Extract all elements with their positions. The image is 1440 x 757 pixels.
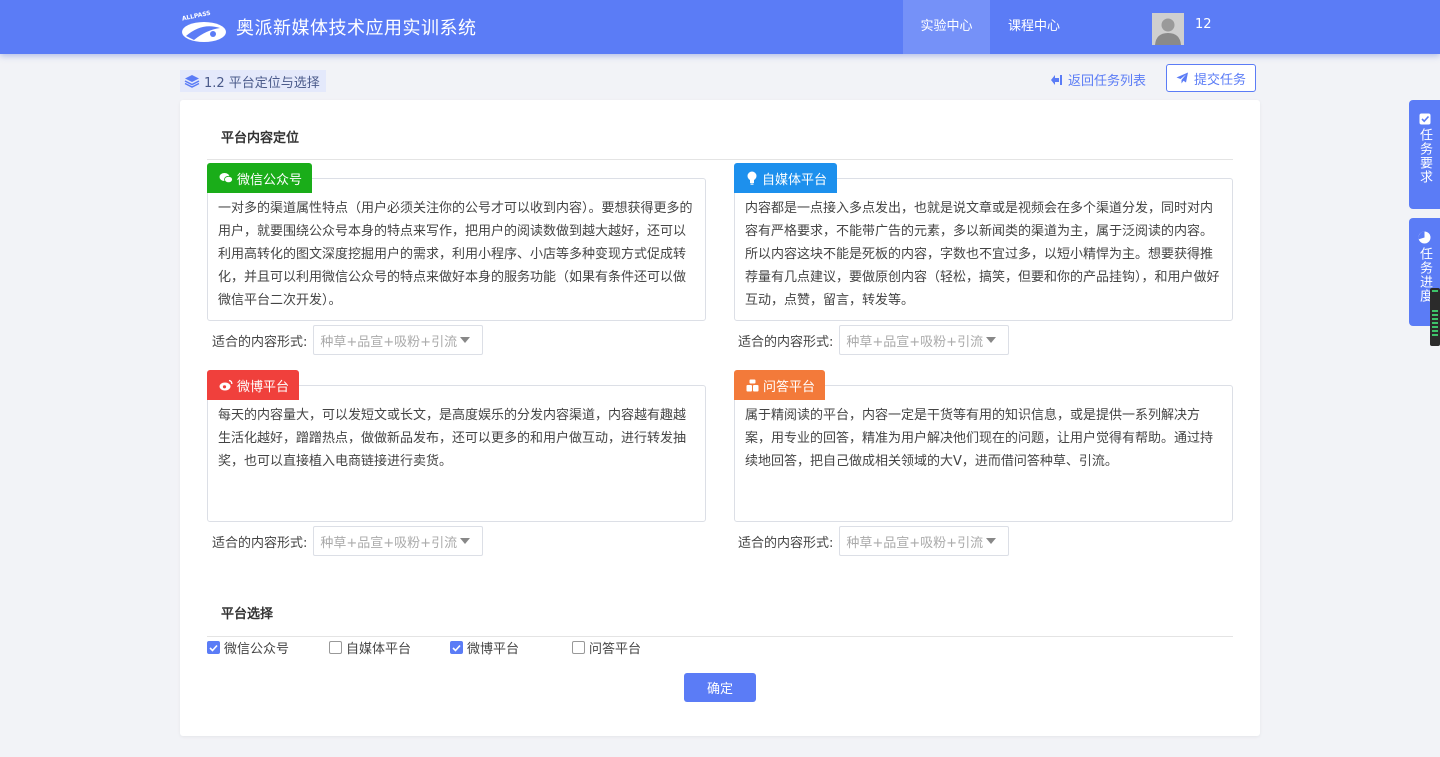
- top-header: ALLPASS 奥派新媒体技术应用实训系统 实验中心 课程中心 12: [0, 0, 1440, 54]
- qa-icon: [746, 379, 759, 391]
- divider: [207, 636, 1233, 637]
- platform-tag-weibo: 微博平台: [207, 370, 300, 400]
- content-form-select-qa[interactable]: 种草+品宣+吸粉+引流: [839, 526, 1010, 556]
- content-form-label: 适合的内容形式:: [738, 535, 834, 551]
- platform-tag-self-media: 自媒体平台: [734, 163, 838, 193]
- caret-down-icon: [986, 538, 997, 544]
- section-title-platform-selection: 平台选择: [221, 607, 274, 622]
- checkbox-label: 问答平台: [589, 642, 642, 657]
- content-form-row-wechat: 适合的内容形式: 种草+品宣+吸粉+引流: [212, 325, 484, 355]
- app-title: 奥派新媒体技术应用实训系统: [236, 18, 477, 39]
- section-title-content-positioning: 平台内容定位: [221, 131, 300, 146]
- platform-box-qa: 属于精阅读的平台，内容一定是干货等有用的知识信息，或是提供一系列解决方案，用专业…: [734, 385, 1233, 522]
- checkbox-unchecked-icon[interactable]: [329, 641, 342, 654]
- platform-tag-label: 问答平台: [763, 379, 816, 395]
- submit-label: 提交任务: [1193, 72, 1246, 88]
- content-form-label: 适合的内容形式:: [212, 334, 308, 350]
- confirm-button[interactable]: 确定: [684, 673, 756, 702]
- main-card: 平台内容定位 一对多的渠道属性特点（用户必须关注你的公号才可以收到内容）。要想获…: [180, 100, 1260, 736]
- nav-course-center[interactable]: 课程中心: [995, 0, 1073, 54]
- back-icon: [1051, 74, 1062, 85]
- content-form-label: 适合的内容形式:: [212, 535, 308, 551]
- allpass-logo: ALLPASS: [181, 10, 226, 42]
- back-to-task-list-link[interactable]: 返回任务列表: [1050, 70, 1146, 89]
- platform-tag-wechat: 微信公众号: [207, 163, 313, 193]
- platform-tag-label: 自媒体平台: [762, 172, 828, 188]
- checkbox-label: 微博平台: [467, 642, 520, 657]
- user-avatar-icon: [1152, 13, 1184, 45]
- send-icon: [1176, 72, 1188, 84]
- platform-tag-label: 微博平台: [237, 379, 290, 395]
- platform-description-wechat: 一对多的渠道属性特点（用户必须关注你的公号才可以收到内容）。要想获得更多的用户，…: [218, 201, 693, 308]
- weibo-icon: [219, 379, 233, 391]
- checklist-icon: [1419, 113, 1430, 125]
- breadcrumb-label: 1.2 平台定位与选择: [204, 75, 320, 91]
- content-form-label: 适合的内容形式:: [738, 334, 834, 350]
- select-value: 种草+品宣+吸粉+引流: [846, 334, 984, 350]
- side-scroll-handle[interactable]: [1430, 288, 1440, 346]
- checkbox-checked-icon[interactable]: [207, 641, 220, 654]
- content-form-select-self-media[interactable]: 种草+品宣+吸粉+引流: [839, 325, 1010, 355]
- select-value: 种草+品宣+吸粉+引流: [846, 535, 984, 551]
- platform-tag-qa: 问答平台: [734, 370, 826, 400]
- avatar[interactable]: [1152, 13, 1184, 45]
- platform-description-qa: 属于精阅读的平台，内容一定是干货等有用的知识信息，或是提供一系列解决方案，用专业…: [745, 408, 1214, 469]
- platform-tag-label: 微信公众号: [237, 172, 303, 188]
- task-requirements-tab[interactable]: 任务要求: [1409, 100, 1440, 209]
- submit-task-button[interactable]: 提交任务: [1166, 64, 1256, 92]
- platform-box-wechat: 一对多的渠道属性特点（用户必须关注你的公号才可以收到内容）。要想获得更多的用户，…: [207, 178, 706, 321]
- caret-down-icon: [460, 538, 471, 544]
- checkbox-qa[interactable]: 问答平台: [572, 638, 641, 657]
- svg-text:ALLPASS: ALLPASS: [181, 10, 211, 23]
- checkbox-weibo[interactable]: 微博平台: [450, 638, 519, 657]
- checkbox-label: 微信公众号: [224, 642, 290, 657]
- caret-down-icon: [460, 337, 471, 343]
- content-form-row-weibo: 适合的内容形式: 种草+品宣+吸粉+引流: [212, 526, 484, 556]
- content-form-select-wechat[interactable]: 种草+品宣+吸粉+引流: [313, 325, 484, 355]
- nav-experiment-center[interactable]: 实验中心: [903, 0, 990, 54]
- checkbox-checked-icon[interactable]: [450, 641, 463, 654]
- username[interactable]: 12: [1195, 17, 1212, 32]
- platform-box-weibo: 每天的内容量大，可以发短文或长文，是高度娱乐的分发内容渠道，内容越有趣越生活化越…: [207, 385, 706, 522]
- task-requirements-label: 任务要求: [1417, 128, 1432, 184]
- platform-description-weibo: 每天的内容量大，可以发短文或长文，是高度娱乐的分发内容渠道，内容越有趣越生活化越…: [218, 408, 687, 469]
- back-link-label: 返回任务列表: [1068, 74, 1147, 89]
- layers-icon: [184, 75, 200, 88]
- checkbox-unchecked-icon[interactable]: [572, 641, 585, 654]
- content-form-row-qa: 适合的内容形式: 种草+品宣+吸粉+引流: [738, 526, 1010, 556]
- caret-down-icon: [986, 337, 997, 343]
- checkbox-self-media[interactable]: 自媒体平台: [329, 638, 411, 657]
- pie-chart-icon: [1418, 231, 1431, 244]
- bulb-icon: [747, 171, 757, 185]
- platform-box-self-media: 内容都是一点接入多点发出，也就是说文章或是视频会在多个渠道分发，同时对内容有严格…: [734, 178, 1233, 321]
- select-value: 种草+品宣+吸粉+引流: [320, 334, 458, 350]
- platform-description-self-media: 内容都是一点接入多点发出，也就是说文章或是视频会在多个渠道分发，同时对内容有严格…: [745, 201, 1220, 308]
- breadcrumb: 1.2 平台定位与选择: [180, 70, 326, 92]
- divider: [207, 159, 1233, 160]
- wechat-icon: [219, 173, 233, 184]
- content-form-select-weibo[interactable]: 种草+品宣+吸粉+引流: [313, 526, 484, 556]
- checkbox-label: 自媒体平台: [346, 642, 412, 657]
- select-value: 种草+品宣+吸粉+引流: [320, 535, 458, 551]
- content-form-row-self-media: 适合的内容形式: 种草+品宣+吸粉+引流: [738, 325, 1010, 355]
- checkbox-wechat[interactable]: 微信公众号: [207, 638, 289, 657]
